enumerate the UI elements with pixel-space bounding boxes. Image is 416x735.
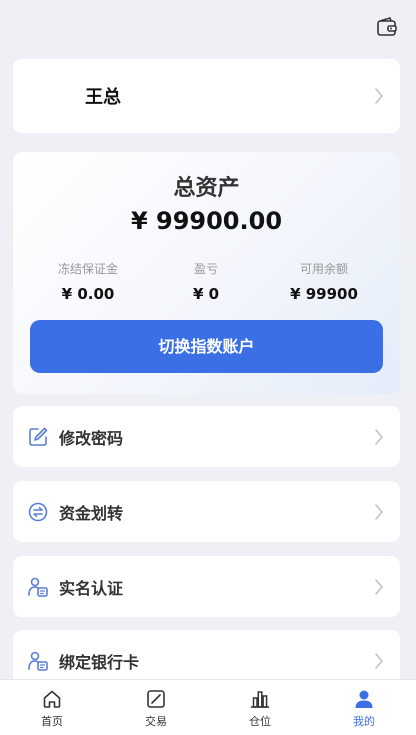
tab-label: 仓位 bbox=[249, 715, 271, 728]
transfer-icon bbox=[28, 502, 48, 522]
asset-total: ¥ 99900.00 bbox=[130, 207, 283, 235]
frozen-value: ¥ 0.00 bbox=[61, 285, 115, 303]
chevron-right-icon bbox=[375, 504, 384, 520]
trade-icon bbox=[147, 690, 165, 708]
tab-label: 交易 bbox=[145, 715, 167, 728]
menu-item-change-password[interactable]: 修改密码 bbox=[13, 406, 400, 467]
menu-item-label: 实名认证 bbox=[59, 579, 124, 598]
chevron-right-icon bbox=[375, 579, 384, 595]
edit-icon bbox=[29, 427, 48, 446]
home-icon bbox=[43, 690, 61, 708]
menu-item-label: 资金划转 bbox=[59, 504, 124, 523]
menu-item-fund-transfer[interactable]: 资金划转 bbox=[13, 481, 400, 542]
asset-card: 总资产 ¥ 99900.00 冻结保证金 ¥ 0.00 盈亏 ¥ 0 可用余额 … bbox=[13, 152, 400, 394]
user-name: 王总 bbox=[85, 87, 121, 108]
user-icon bbox=[355, 690, 373, 708]
menu-item-label: 绑定银行卡 bbox=[59, 653, 140, 672]
user-card[interactable]: 王总 bbox=[13, 59, 400, 133]
id-verify-icon bbox=[28, 577, 48, 597]
tab-trade[interactable]: 交易 bbox=[104, 680, 208, 735]
asset-title: 总资产 bbox=[173, 176, 240, 201]
menu-item-id-verify[interactable]: 实名认证 bbox=[13, 556, 400, 617]
wallet-icon[interactable] bbox=[376, 16, 398, 38]
menu-item-label: 修改密码 bbox=[59, 429, 124, 448]
available-label: 可用余额 bbox=[299, 262, 348, 276]
chevron-right-icon bbox=[375, 88, 384, 104]
tab-label: 我的 bbox=[353, 715, 375, 728]
stat-pnl: 盈亏 ¥ 0 bbox=[146, 260, 266, 303]
frozen-label: 冻结保证金 bbox=[57, 262, 118, 276]
available-value: ¥ 99900 bbox=[290, 285, 358, 303]
stat-frozen: 冻结保证金 ¥ 0.00 bbox=[28, 260, 148, 303]
tab-bar: 首页 交易 仓位 我的 bbox=[0, 679, 416, 735]
pnl-label: 盈亏 bbox=[193, 262, 218, 276]
stat-available: 可用余额 ¥ 99900 bbox=[264, 260, 384, 303]
tab-mine[interactable]: 我的 bbox=[312, 680, 416, 735]
top-bar bbox=[0, 0, 416, 56]
position-icon bbox=[250, 691, 270, 708]
bank-card-icon bbox=[28, 651, 48, 671]
tab-position[interactable]: 仓位 bbox=[208, 680, 312, 735]
switch-account-button[interactable]: 切换指数账户 bbox=[30, 320, 383, 373]
chevron-right-icon bbox=[375, 653, 384, 669]
pnl-value: ¥ 0 bbox=[192, 285, 220, 303]
tab-label: 首页 bbox=[41, 715, 63, 728]
chevron-right-icon bbox=[375, 429, 384, 445]
tab-home[interactable]: 首页 bbox=[0, 680, 104, 735]
